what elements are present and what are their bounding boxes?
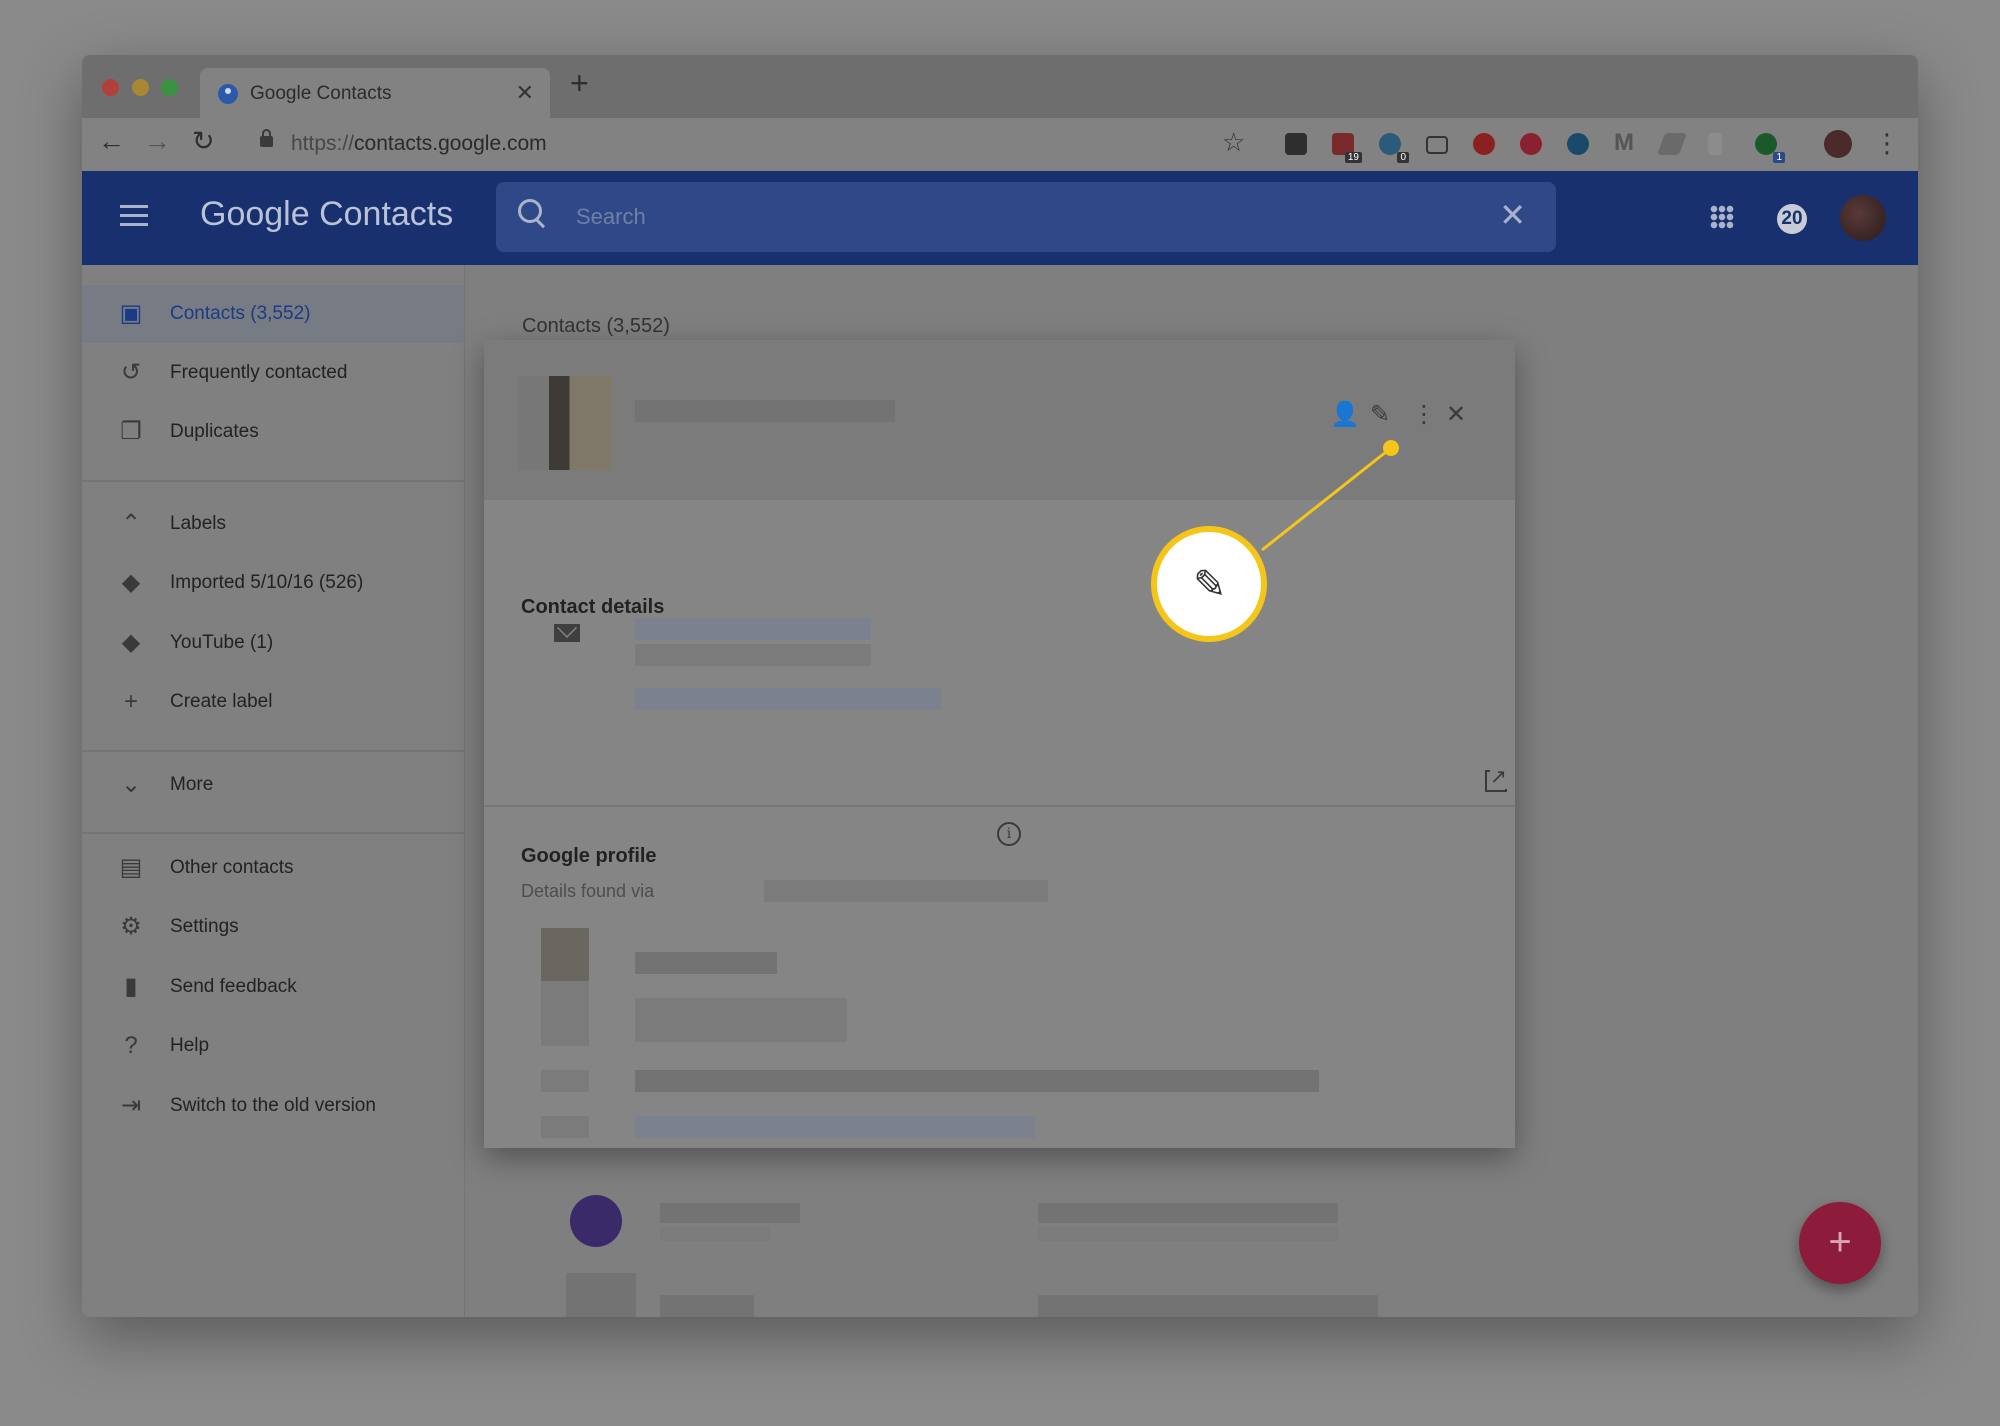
pencil-icon: ✎ [1193, 563, 1227, 607]
callout-dot [1383, 440, 1399, 456]
callout-line [1261, 446, 1392, 552]
edit-callout-highlight: ✎ [1151, 526, 1267, 642]
browser-window: Google Contacts ✕ + ← → ↻ https://contac… [82, 55, 1918, 1317]
callout-connector [1261, 440, 1399, 552]
